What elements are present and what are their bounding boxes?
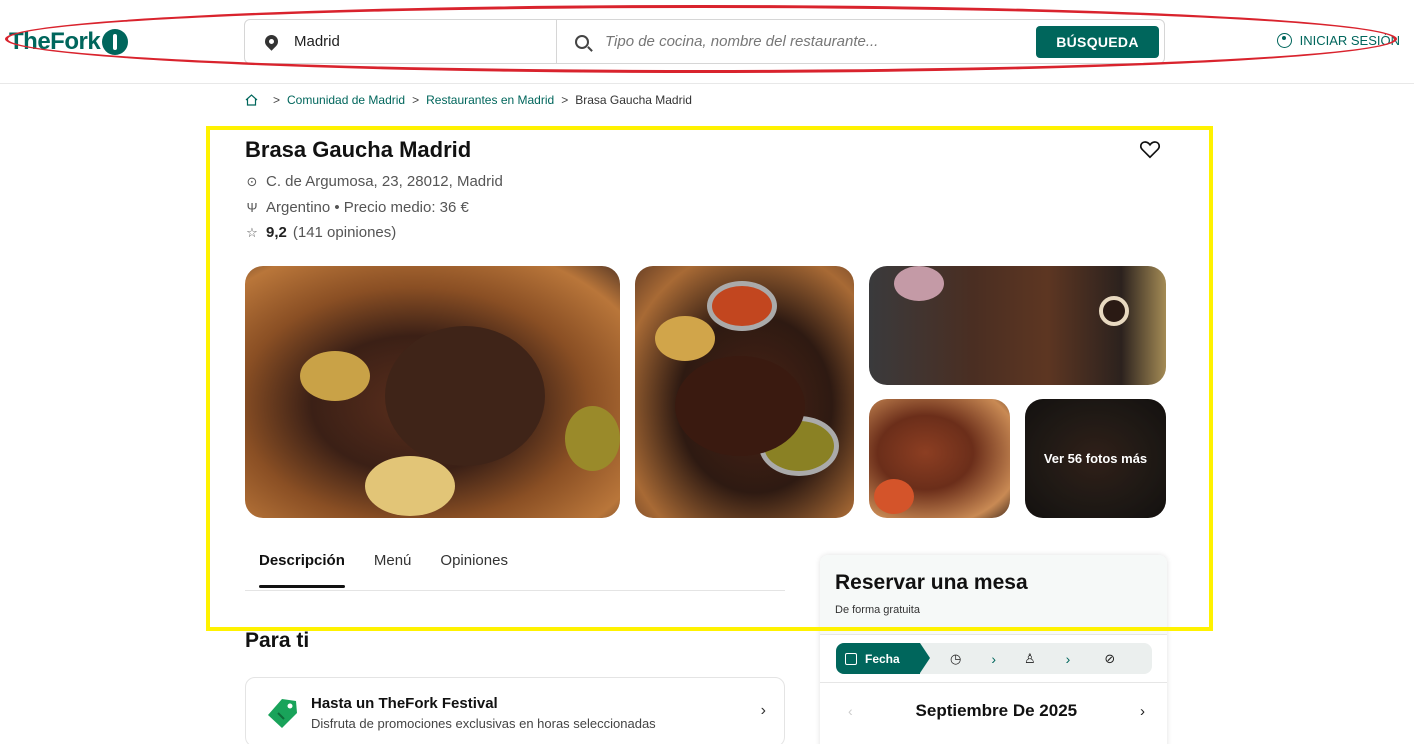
content-tabs: Descripción Menú Opiniones: [245, 548, 785, 591]
tag-icon: [264, 695, 297, 728]
favorite-heart-icon[interactable]: [1139, 138, 1161, 160]
prev-month-icon[interactable]: ‹: [848, 703, 853, 719]
step-date[interactable]: Fecha: [836, 643, 930, 674]
search-icon: [575, 34, 589, 49]
breadcrumb-separator: >: [412, 93, 420, 107]
restaurant-name: Brasa Gaucha Madrid: [245, 137, 472, 162]
top-header: TheFork Madrid BÚSQUEDA INICIAR SESIÓN: [0, 0, 1414, 84]
calendar-month: Septiembre De 2025: [915, 701, 1078, 720]
tab-menu[interactable]: Menú: [374, 548, 412, 590]
chevron-right-icon: ›: [991, 650, 997, 667]
location-pin-outline-icon: ⊙: [246, 173, 258, 189]
calendar-month-nav: ‹ Septiembre De 2025 ›: [820, 701, 1167, 721]
next-month-icon[interactable]: ›: [1140, 703, 1145, 720]
more-photos-tile[interactable]: Ver 56 fotos más: [1025, 399, 1166, 518]
location-pin-icon: [262, 32, 281, 51]
restaurant-address: C. de Argumosa, 23, 28012, Madrid: [266, 173, 503, 190]
rating-value: 9,2: [266, 224, 287, 241]
breadcrumb-separator: >: [561, 93, 569, 107]
clock-icon[interactable]: ◷: [950, 651, 961, 667]
page-root: TheFork Madrid BÚSQUEDA INICIAR SESIÓN >…: [0, 0, 1414, 744]
booking-header: Reservar una mesa De forma gratuita: [820, 555, 1167, 635]
address-row: ⊙ C. de Argumosa, 23, 28012, Madrid: [245, 173, 503, 190]
booking-divider: [820, 682, 1167, 683]
more-photos-label: Ver 56 fotos más: [1043, 451, 1148, 466]
person-icon[interactable]: ♙: [1024, 651, 1036, 667]
tab-opiniones[interactable]: Opiniones: [440, 548, 508, 590]
review-count: (141 opiniones): [292, 224, 397, 241]
search-bar: Madrid BÚSQUEDA: [244, 19, 1165, 64]
breadcrumb-comunidad[interactable]: Comunidad de Madrid: [287, 93, 405, 107]
calendar-icon: [845, 652, 857, 665]
breadcrumb-current: Brasa Gaucha Madrid: [575, 93, 692, 107]
home-icon[interactable]: [245, 94, 258, 106]
chevron-right-icon: ›: [1065, 650, 1071, 667]
location-value: Madrid: [294, 33, 340, 50]
promo-title: Hasta un TheFork Festival: [311, 695, 498, 712]
user-icon: [1276, 33, 1292, 48]
booking-panel: Reservar una mesa De forma gratuita Fech…: [820, 555, 1167, 744]
booking-steps: Fecha ◷ › ♙ › ⊘: [836, 643, 1152, 674]
offer-icon[interactable]: ⊘: [1104, 651, 1115, 667]
photo-4[interactable]: [869, 399, 1010, 518]
main-photo[interactable]: [245, 266, 620, 518]
cuisine-price: Argentino • Precio medio: 36 €: [266, 199, 469, 216]
thefork-logo[interactable]: TheFork: [9, 28, 129, 56]
promo-card[interactable]: Hasta un TheFork Festival Disfruta de pr…: [245, 677, 785, 744]
booking-title: Reservar una mesa: [835, 571, 1028, 594]
promo-subtitle: Disfruta de promociones exclusivas en ho…: [311, 716, 656, 731]
search-input[interactable]: [605, 33, 1025, 50]
tab-descripcion[interactable]: Descripción: [259, 548, 345, 590]
photo-3[interactable]: [869, 266, 1166, 385]
search-button[interactable]: BÚSQUEDA: [1036, 26, 1159, 58]
login-label: INICIAR SESIÓN: [1299, 33, 1400, 48]
breadcrumb-separator: >: [273, 93, 281, 107]
photo-2[interactable]: [635, 266, 854, 518]
fork-leaf-icon: [102, 29, 129, 55]
location-field[interactable]: Madrid: [245, 20, 557, 63]
logo-text: TheFork: [9, 28, 101, 55]
breadcrumb: > Comunidad de Madrid > Restaurantes en …: [245, 93, 692, 107]
utensils-icon: Ψ: [246, 200, 258, 215]
rating-row[interactable]: ☆ 9,2 (141 opiniones): [245, 224, 396, 241]
step-date-label: Fecha: [865, 651, 900, 666]
booking-subtitle: De forma gratuita: [835, 604, 920, 616]
login-link[interactable]: INICIAR SESIÓN: [1276, 33, 1400, 48]
star-icon: ☆: [246, 224, 258, 240]
cuisine-row: Ψ Argentino • Precio medio: 36 €: [245, 199, 469, 216]
para-ti-heading: Para ti: [245, 629, 310, 652]
chevron-right-icon: ›: [760, 702, 766, 719]
breadcrumb-restaurantes[interactable]: Restaurantes en Madrid: [426, 93, 554, 107]
